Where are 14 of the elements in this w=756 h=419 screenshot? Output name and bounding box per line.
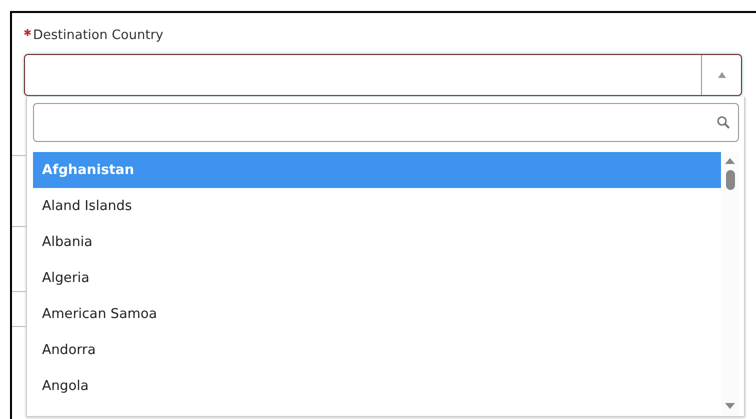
scroll-down-icon[interactable] <box>725 403 735 409</box>
country-option[interactable]: Algeria <box>33 260 721 296</box>
field-label: Destination Country <box>33 28 164 42</box>
country-option[interactable]: Albania <box>33 224 721 260</box>
scroll-up-icon[interactable] <box>725 158 735 164</box>
scrollbar-thumb[interactable] <box>726 170 734 190</box>
country-option[interactable]: Aland Islands <box>33 188 721 224</box>
country-option[interactable]: Angola <box>33 368 721 404</box>
search-icon <box>717 116 730 129</box>
caret-icon <box>718 72 726 78</box>
country-select[interactable] <box>24 54 742 96</box>
country-option[interactable]: American Samoa <box>33 296 721 332</box>
country-option[interactable]: Andorra <box>33 332 721 368</box>
search-field[interactable] <box>33 103 739 142</box>
